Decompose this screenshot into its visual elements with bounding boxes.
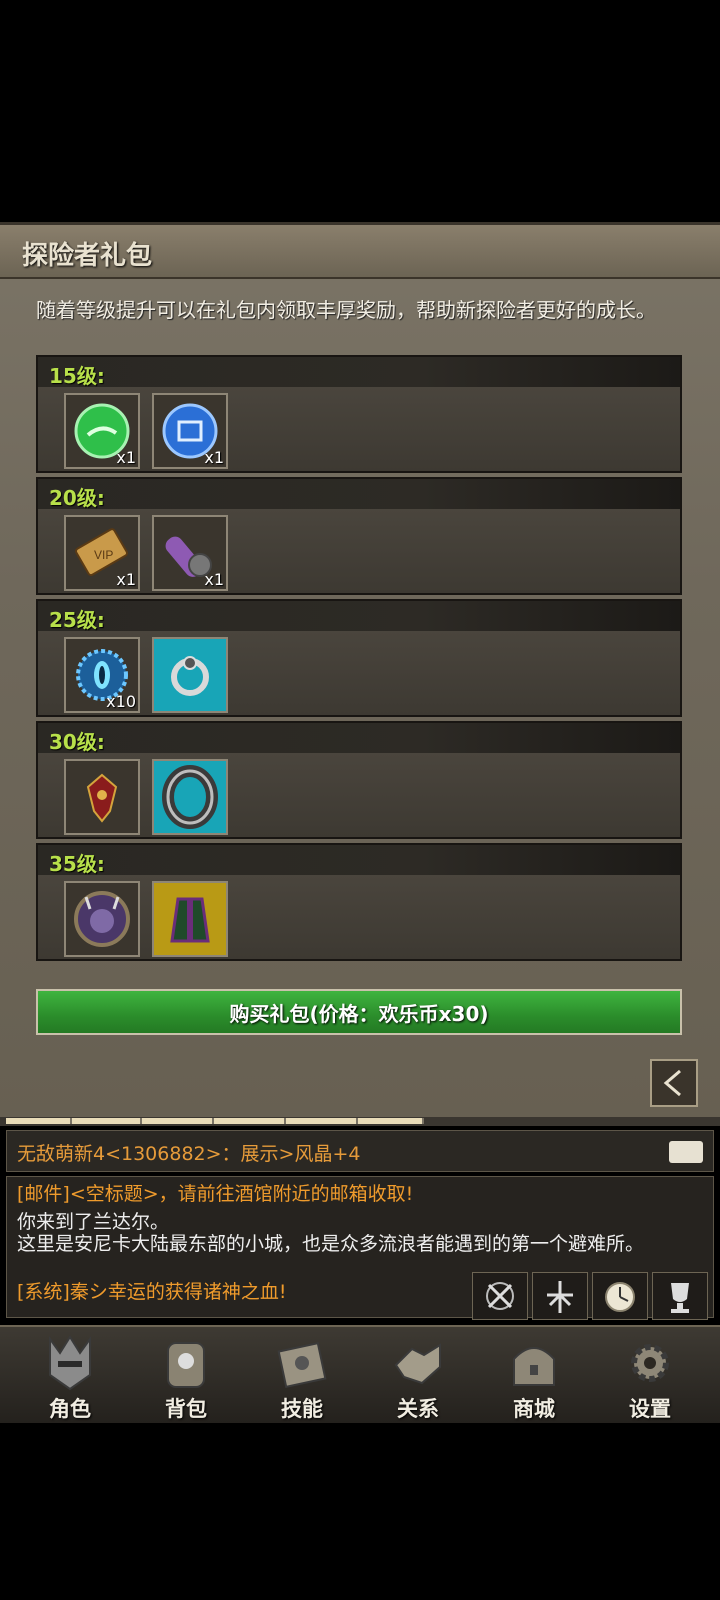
nav-relations[interactable]: 关系 bbox=[368, 1327, 468, 1423]
chevron-left-icon bbox=[663, 1069, 681, 1097]
trophy-button[interactable] bbox=[652, 1272, 708, 1320]
nav-shop[interactable]: 商城 bbox=[484, 1327, 584, 1423]
skill-book-icon bbox=[277, 1342, 327, 1388]
chat-line: 你来到了兰达尔。 bbox=[17, 1211, 170, 1233]
tier-level-label: 35级: bbox=[49, 852, 105, 876]
svg-text:VIP: VIP bbox=[94, 548, 113, 562]
tier-25: 25级: x10 bbox=[36, 599, 682, 717]
reward-slot[interactable]: x1 bbox=[64, 393, 140, 469]
chat-line: [邮件]<空标题>，请前往酒馆附近的邮箱收取! bbox=[17, 1183, 414, 1205]
reward-slot[interactable] bbox=[64, 759, 140, 835]
reward-slot[interactable] bbox=[152, 759, 228, 835]
trophy-icon bbox=[671, 1283, 689, 1313]
chat-line: 这里是安尼卡大陆最东部的小城，也是众多流浪者能遇到的第一个避难所。 bbox=[17, 1233, 645, 1255]
tier-level-label: 15级: bbox=[49, 364, 105, 388]
bottom-navigation: 角色 背包 技能 关系 商城 设置 bbox=[0, 1325, 720, 1423]
red-amulet-icon bbox=[86, 773, 118, 823]
panel-title-bar: 探险者礼包 bbox=[0, 225, 720, 279]
tier-35: 35级: bbox=[36, 843, 682, 961]
nav-skills[interactable]: 技能 bbox=[252, 1327, 352, 1423]
clock-icon bbox=[605, 1282, 635, 1312]
nav-settings[interactable]: 设置 bbox=[600, 1327, 700, 1423]
tier-level-label: 25级: bbox=[49, 608, 105, 632]
clock-button[interactable] bbox=[592, 1272, 648, 1320]
demon-portrait-icon bbox=[74, 891, 130, 947]
green-robe-icon bbox=[170, 897, 210, 943]
backpack-icon bbox=[167, 1342, 205, 1388]
tree-icon bbox=[547, 1281, 573, 1313]
reward-slot[interactable] bbox=[152, 637, 228, 713]
chat-latest-message[interactable]: 无敌萌新4<1306882>：展示>风晶+4 bbox=[6, 1130, 714, 1172]
tier-30: 30级: bbox=[36, 721, 682, 839]
tree-button[interactable] bbox=[532, 1272, 588, 1320]
panel-intro: 随着等级提升可以在礼包内领取丰厚奖励，帮助新探险者更好的成长。 bbox=[36, 298, 656, 322]
gift-pack-panel: 探险者礼包 随着等级提升可以在礼包内领取丰厚奖励，帮助新探险者更好的成长。 15… bbox=[0, 222, 720, 1125]
nav-backpack[interactable]: 背包 bbox=[136, 1327, 236, 1423]
panel-title: 探险者礼包 bbox=[22, 241, 153, 271]
crossed-swords-button[interactable] bbox=[472, 1272, 528, 1320]
chest-icon bbox=[513, 1347, 555, 1386]
engraved-ring-icon bbox=[162, 765, 218, 829]
reward-slot[interactable] bbox=[152, 881, 228, 957]
handshake-icon bbox=[394, 1343, 441, 1385]
silver-ring-icon bbox=[171, 656, 209, 696]
chat-message-text: 无敌萌新4<1306882>：展示>风晶+4 bbox=[17, 1143, 361, 1165]
tier-15: 15级: x1 x1 bbox=[36, 355, 682, 473]
tier-20: 20级: VIP x1 x1 bbox=[36, 477, 682, 595]
reward-slot[interactable]: x1 bbox=[152, 393, 228, 469]
gear-icon bbox=[631, 1344, 669, 1382]
tier-level-label: 30级: bbox=[49, 730, 105, 754]
reward-slot[interactable]: VIP x1 bbox=[64, 515, 140, 591]
reward-slot[interactable]: x1 bbox=[152, 515, 228, 591]
back-button[interactable] bbox=[650, 1059, 698, 1107]
tier-level-label: 20级: bbox=[49, 486, 105, 510]
chat-channel-tabs[interactable] bbox=[0, 1117, 720, 1126]
reward-slot[interactable]: x10 bbox=[64, 637, 140, 713]
helmet-icon bbox=[49, 1335, 91, 1391]
reward-slot[interactable] bbox=[64, 881, 140, 957]
buy-pack-button[interactable]: 购买礼包(价格：欢乐币x30) bbox=[36, 989, 682, 1035]
chat-bubble-icon[interactable] bbox=[669, 1141, 703, 1163]
crossed-swords-icon bbox=[486, 1282, 514, 1310]
nav-character[interactable]: 角色 bbox=[20, 1327, 120, 1423]
